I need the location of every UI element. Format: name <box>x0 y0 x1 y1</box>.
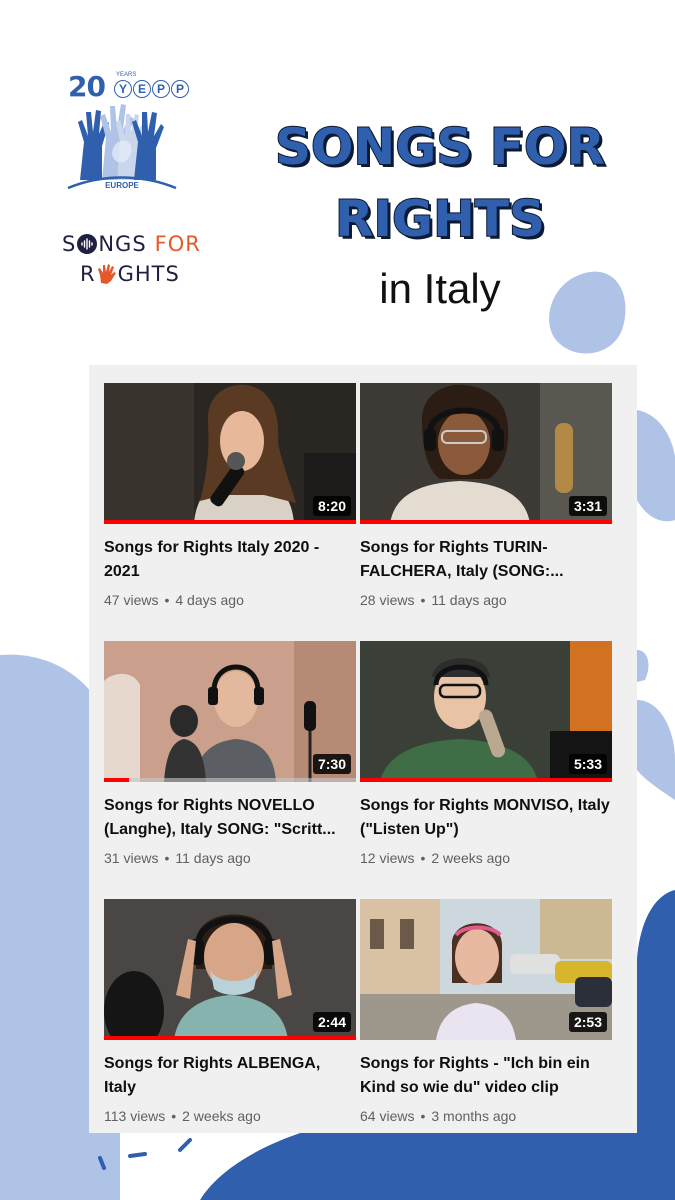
view-count: 12 views <box>360 850 415 866</box>
meta-separator: • <box>420 1108 426 1124</box>
video-duration: 5:33 <box>568 754 607 774</box>
view-count: 28 views <box>360 592 415 608</box>
watch-progress-bar <box>104 520 356 524</box>
video-meta: 12 views • 2 weeks ago <box>360 850 612 866</box>
video-meta: 113 views • 2 weeks ago <box>104 1108 356 1124</box>
watch-progress-fill <box>104 1036 356 1040</box>
meta-separator: • <box>164 592 170 608</box>
upload-age: 2 weeks ago <box>182 1108 261 1124</box>
sound-wave-icon <box>77 234 98 254</box>
watch-progress-bar <box>360 778 612 782</box>
video-duration: 3:31 <box>568 496 607 516</box>
yepp-region-label: EUROPE <box>105 181 139 190</box>
video-title[interactable]: Songs for Rights NOVELLO (Langhe), Italy… <box>104 794 356 842</box>
logo-letter: R <box>80 262 96 286</box>
watch-progress-bar <box>360 520 612 524</box>
meta-separator: • <box>420 850 426 866</box>
yepp-letter: E <box>133 80 151 98</box>
view-count: 47 views <box>104 592 159 608</box>
video-card[interactable]: 2:53 Songs for Rights - "Ich bin ein Kin… <box>360 899 612 1124</box>
video-meta: 47 views • 4 days ago <box>104 592 356 608</box>
video-title[interactable]: Songs for Rights TURIN-FALCHERA, Italy (… <box>360 536 612 584</box>
video-thumbnail[interactable]: 7:30 <box>104 641 356 782</box>
yepp-letter: P <box>152 80 170 98</box>
video-duration: 2:53 <box>568 1012 607 1032</box>
logo-word: NGS <box>98 232 147 256</box>
yepp-letter: Y <box>114 80 132 98</box>
view-count: 31 views <box>104 850 159 866</box>
upload-age: 3 months ago <box>431 1108 517 1124</box>
page-title-line-1: SONGS FOR <box>274 117 606 177</box>
video-title[interactable]: Songs for Rights - "Ich bin ein Kind so … <box>360 1052 612 1100</box>
video-meta: 28 views • 11 days ago <box>360 592 612 608</box>
video-grid: 8:20 Songs for Rights Italy 2020 - 2021 … <box>89 365 637 1133</box>
logo-letter: S <box>62 232 77 256</box>
meta-separator: • <box>420 592 426 608</box>
video-thumbnail[interactable]: 2:44 <box>104 899 356 1040</box>
logo-word-for: FOR <box>154 232 201 256</box>
watch-progress-fill <box>360 778 612 782</box>
songs-for-rights-logo: S NGS FOR R GHTS <box>62 232 200 292</box>
yepp-years-label: YEARS <box>116 72 137 78</box>
logo-word: GHTS <box>117 262 180 286</box>
upload-age: 11 days ago <box>431 592 507 608</box>
meta-separator: • <box>164 850 170 866</box>
yepp-letters: Y E P P <box>114 80 189 98</box>
video-title[interactable]: Songs for Rights MONVISO, Italy ("Listen… <box>360 794 612 842</box>
view-count: 64 views <box>360 1108 415 1124</box>
video-title[interactable]: Songs for Rights ALBENGA, Italy <box>104 1052 356 1100</box>
video-card[interactable]: 7:30 Songs for Rights NOVELLO (Langhe), … <box>104 641 356 866</box>
watch-progress-fill <box>104 520 356 524</box>
meta-separator: • <box>171 1108 177 1124</box>
yepp-europe-logo: 20 YEARS Y E P P EUROPE <box>62 70 189 195</box>
video-title[interactable]: Songs for Rights Italy 2020 - 2021 <box>104 536 356 584</box>
video-meta: 31 views • 11 days ago <box>104 850 356 866</box>
watch-progress-bar <box>104 778 356 782</box>
video-thumbnail[interactable]: 3:31 <box>360 383 612 524</box>
watch-progress-fill <box>360 520 612 524</box>
video-meta: 64 views • 3 months ago <box>360 1108 612 1124</box>
page-subtitle: in Italy <box>379 265 501 312</box>
upload-age: 4 days ago <box>175 592 244 608</box>
video-duration: 2:44 <box>312 1012 351 1032</box>
yepp-anniversary-number: 20 <box>68 70 106 103</box>
video-card[interactable]: 2:44 Songs for Rights ALBENGA, Italy 113… <box>104 899 356 1124</box>
video-thumbnail[interactable]: 5:33 <box>360 641 612 782</box>
upload-age: 2 weeks ago <box>431 850 510 866</box>
watch-progress-bar <box>104 1036 356 1040</box>
video-card[interactable]: 5:33 Songs for Rights MONVISO, Italy ("L… <box>360 641 612 866</box>
video-duration: 7:30 <box>312 754 351 774</box>
video-duration: 8:20 <box>312 496 351 516</box>
video-card[interactable]: 3:31 Songs for Rights TURIN-FALCHERA, It… <box>360 383 612 608</box>
view-count: 113 views <box>104 1108 166 1124</box>
video-card[interactable]: 8:20 Songs for Rights Italy 2020 - 2021 … <box>104 383 356 608</box>
watch-progress-fill <box>104 778 130 782</box>
hand-icon <box>97 264 116 284</box>
yepp-letter: P <box>171 80 189 98</box>
video-thumbnail[interactable]: 2:53 <box>360 899 612 1040</box>
video-thumbnail[interactable]: 8:20 <box>104 383 356 524</box>
upload-age: 11 days ago <box>175 850 251 866</box>
page-title-line-2: RIGHTS <box>334 189 546 249</box>
